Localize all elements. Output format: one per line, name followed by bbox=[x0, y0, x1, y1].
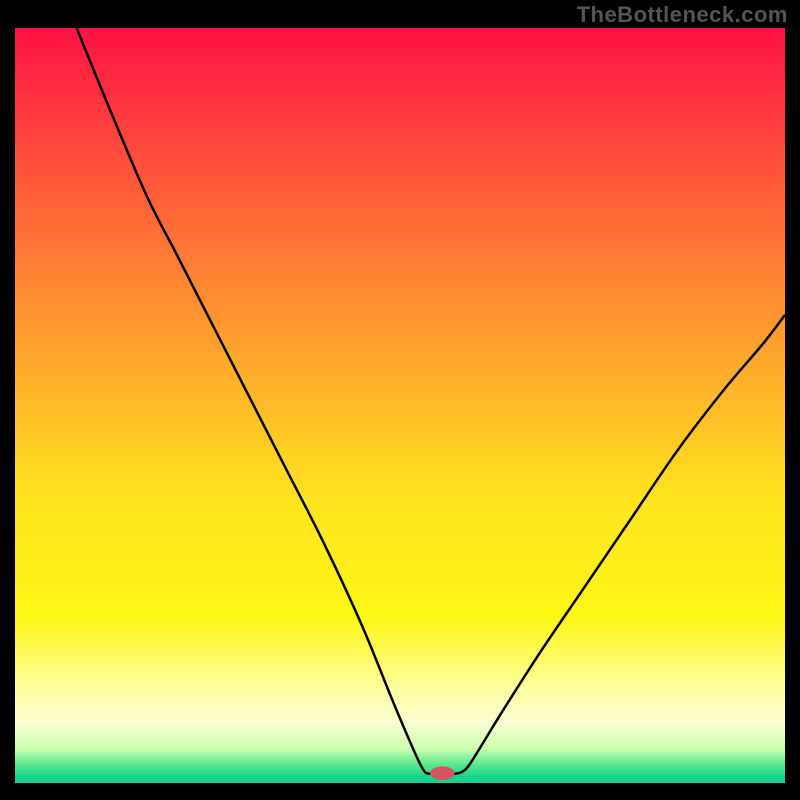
chart-plot-area bbox=[15, 28, 785, 783]
chart-svg bbox=[15, 28, 785, 783]
baseline-bar bbox=[15, 775, 785, 783]
chart-frame: TheBottleneck.com bbox=[0, 0, 800, 800]
watermark-text: TheBottleneck.com bbox=[577, 2, 788, 28]
optimal-point-marker bbox=[430, 766, 455, 780]
gradient-background bbox=[15, 28, 785, 783]
